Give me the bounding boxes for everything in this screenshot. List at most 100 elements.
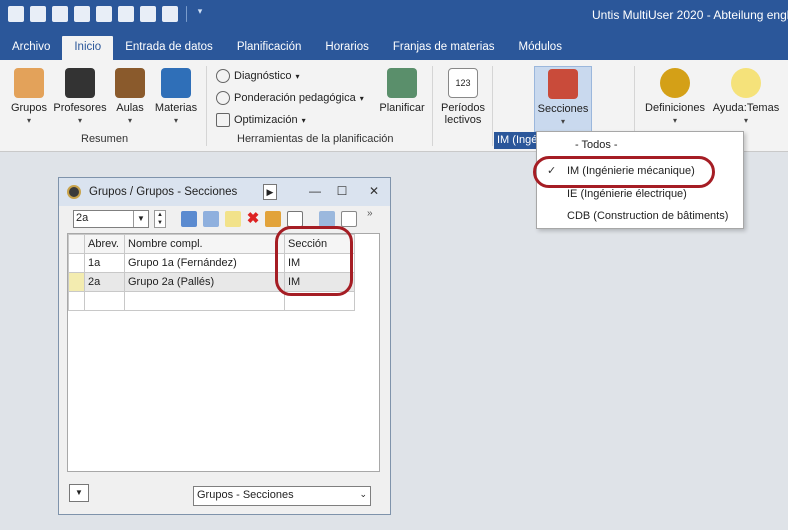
definiciones-button[interactable]: Definiciones ▾ [640, 68, 710, 125]
diagnostico-button[interactable]: Diagnóstico ▾ [216, 67, 300, 85]
customize-dropdown-icon[interactable]: ▾ [195, 6, 205, 22]
materias-label: Materias [154, 102, 198, 114]
divider [206, 66, 207, 146]
cell-nombre[interactable]: Grupo 2a (Pallés) [124, 272, 285, 292]
chevron-down-icon: ▾ [127, 116, 132, 125]
groups-icon [14, 68, 44, 98]
cell-nombre[interactable] [124, 291, 285, 311]
section-option-todos[interactable]: - Todos - [537, 134, 743, 156]
element-stepper[interactable]: ▲ ▼ [154, 210, 166, 228]
tab-archivo[interactable]: Archivo [0, 36, 62, 60]
cell-abrev[interactable] [84, 291, 125, 311]
aulas-button[interactable]: Aulas ▾ [112, 68, 148, 125]
optimizacion-button[interactable]: Optimización ▾ [216, 111, 306, 129]
chevron-down-icon[interactable]: ▼ [69, 484, 89, 502]
column-header-nombre[interactable]: Nombre compl. [124, 234, 285, 254]
diagnostico-label: Diagnóstico [234, 70, 292, 82]
column-header-abrev[interactable]: Abrev. [84, 234, 125, 254]
ayuda-label: Ayuda:Temas [712, 102, 780, 114]
chevron-down-icon[interactable]: ▼ [133, 211, 148, 227]
close-icon[interactable]: ✕ [363, 182, 385, 200]
font-icon[interactable] [319, 211, 335, 227]
books-icon [161, 68, 191, 98]
save-icon[interactable] [30, 6, 46, 22]
print-preview-icon[interactable] [96, 6, 112, 22]
optimizacion-label: Optimización [234, 114, 298, 126]
profesores-button[interactable]: Profesores ▾ [52, 68, 108, 125]
delete-icon[interactable]: ✖ [245, 211, 261, 227]
cell-nombre[interactable]: Grupo 1a (Fernández) [124, 253, 285, 273]
section-option-cdb[interactable]: CDB (Construction de bâtiments) [537, 205, 743, 227]
row-indicator [68, 291, 85, 311]
periods-icon: 123 [448, 68, 478, 98]
cell-abrev[interactable]: 1a [84, 253, 125, 273]
title-bar: ▾ Untis MultiUser 2020 - Abteilung engli [0, 0, 788, 30]
new-element-icon[interactable] [225, 211, 241, 227]
print-icon[interactable] [74, 6, 90, 22]
definiciones-label: Definiciones [645, 102, 705, 114]
chevron-down-icon: ▾ [77, 116, 82, 125]
tab-inicio[interactable]: Inicio [62, 36, 114, 60]
pin-icon[interactable]: ▶ [263, 184, 277, 200]
fields-icon[interactable] [341, 211, 357, 227]
window-bottom-bar: ▼ Grupos - Secciones ⌄ [67, 484, 385, 508]
herramientas-group-label: Herramientas de la planificación [237, 133, 394, 145]
minimize-icon[interactable]: — [304, 182, 326, 200]
highlight-oval-dropdown [533, 156, 715, 188]
grupos-button[interactable]: Grupos ▾ [8, 68, 50, 125]
filter-icon[interactable] [287, 211, 303, 227]
periodos-label-line2: lectivos [444, 114, 482, 126]
element-combo[interactable]: 2a ▼ [73, 210, 149, 228]
row-indicator-header [68, 234, 85, 254]
resumen-group-label: Resumen [81, 133, 129, 145]
scales-icon [216, 91, 230, 105]
settings-icon[interactable] [118, 6, 134, 22]
ribbon-tabs: Archivo Inicio Entrada de datos Planific… [0, 36, 788, 60]
profesores-label: Profesores [53, 102, 107, 114]
tab-franjas-de-materias[interactable]: Franjas de materias [381, 36, 507, 60]
maximize-icon[interactable]: ☐ [331, 182, 353, 200]
periodos-label-line1: Períodos [440, 102, 486, 114]
secciones-label: Secciones [537, 103, 589, 115]
chevron-down-icon: ▾ [26, 116, 31, 125]
stethoscope-icon [216, 69, 230, 83]
report-icon[interactable] [162, 6, 178, 22]
add-row-icon[interactable] [181, 211, 197, 227]
sort-icon[interactable] [265, 211, 281, 227]
highlight-oval-seccion [275, 226, 353, 296]
tab-entrada-de-datos[interactable]: Entrada de datos [113, 36, 225, 60]
divider [432, 66, 433, 146]
row-indicator [68, 253, 85, 273]
chevron-down-icon: ▾ [173, 116, 178, 125]
view-selector[interactable]: Grupos - Secciones ⌄ [193, 486, 371, 506]
tab-planificacion[interactable]: Planificación [225, 36, 314, 60]
chevron-down-icon: ▾ [743, 116, 748, 125]
tab-modulos[interactable]: Módulos [506, 36, 573, 60]
materias-button[interactable]: Materias ▾ [152, 68, 200, 125]
lightbulb-icon [731, 68, 761, 98]
list-icon[interactable] [203, 211, 219, 227]
tab-horarios[interactable]: Horarios [313, 36, 380, 60]
open-icon[interactable] [8, 6, 24, 22]
grupos-label: Grupos [10, 102, 48, 114]
excel-export-icon[interactable] [140, 6, 156, 22]
view-selector-value: Grupos - Secciones [197, 489, 294, 501]
ponderacion-label: Ponderación pedagógica [234, 92, 356, 104]
optimization-icon [216, 113, 230, 127]
chevron-down-icon: ▾ [295, 71, 300, 81]
ayuda-temas-button[interactable]: Ayuda:Temas ▾ [712, 68, 780, 125]
cell-abrev[interactable]: 2a [84, 272, 125, 292]
divider [492, 66, 493, 146]
house-icon [548, 69, 578, 99]
overflow-chevron-icon[interactable]: » [367, 208, 373, 219]
secciones-button[interactable]: Secciones ▾ [534, 66, 592, 132]
separator [186, 6, 187, 22]
periodos-lectivos-button[interactable]: 123 Períodos lectivos [438, 68, 488, 126]
element-combo-value: 2a [76, 212, 89, 224]
undo-icon[interactable] [52, 6, 68, 22]
ponderacion-button[interactable]: Ponderación pedagógica ▾ [216, 89, 364, 107]
chevron-down-icon: ▾ [560, 117, 565, 126]
window-titlebar: Grupos / Grupos - Secciones ▶ — ☐ ✕ [59, 178, 390, 206]
planificar-button[interactable]: Planificar [376, 68, 428, 114]
window-title: Grupos / Grupos - Secciones [89, 186, 238, 198]
